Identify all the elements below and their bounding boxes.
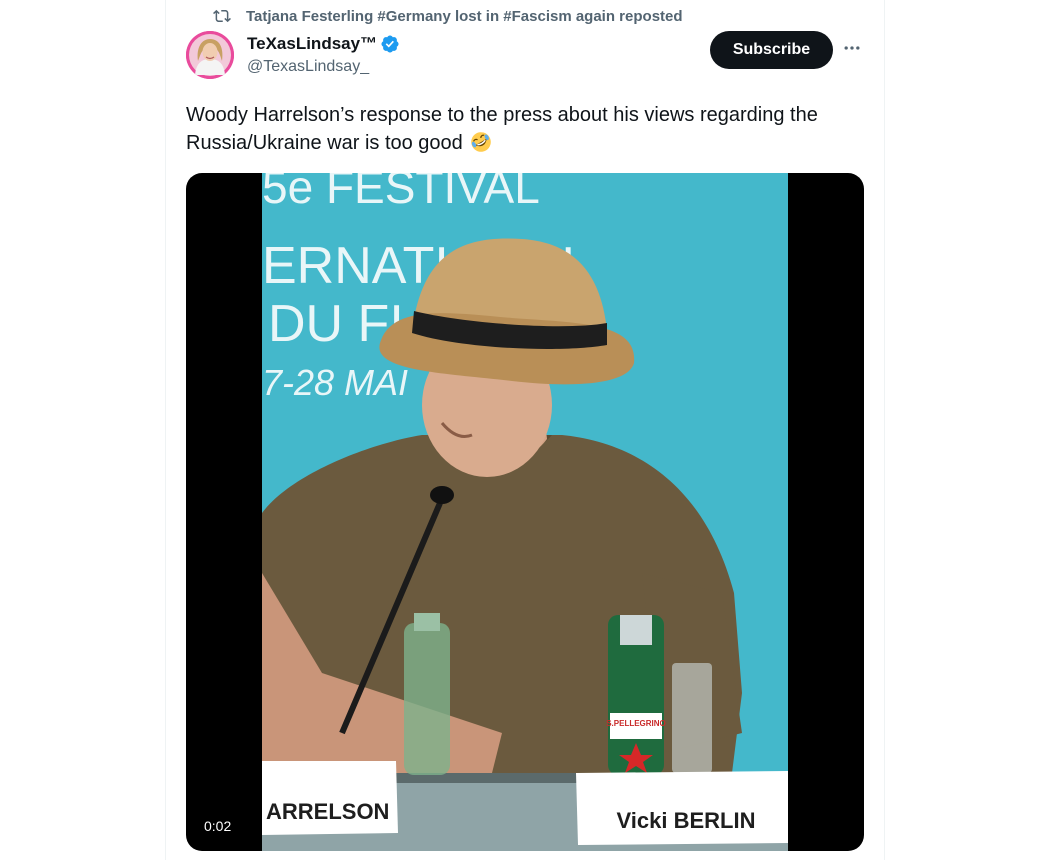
more-icon bbox=[842, 38, 862, 63]
column-border-right bbox=[884, 0, 885, 860]
more-options-button[interactable] bbox=[839, 38, 865, 62]
repost-text[interactable]: Tatjana Festerling #Germany lost in #Fas… bbox=[246, 8, 683, 25]
repost-indicator[interactable]: Tatjana Festerling #Germany lost in #Fas… bbox=[212, 6, 683, 26]
rolling-on-floor-laughing-emoji-icon bbox=[470, 131, 492, 153]
tweet[interactable]: Tatjana Festerling #Germany lost in #Fas… bbox=[166, 0, 884, 860]
name-card-left: ARRELSON bbox=[266, 799, 389, 824]
bottle-label: S.PELLEGRINO bbox=[606, 719, 666, 728]
name-card-right: Vicki BERLIN bbox=[617, 808, 756, 833]
backdrop-line-1: 5e FESTIVAL bbox=[262, 173, 540, 213]
display-name[interactable]: TeXasLindsay™ bbox=[247, 34, 377, 54]
author-handle[interactable]: @TexasLindsay_ bbox=[247, 58, 400, 76]
verified-badge-icon[interactable] bbox=[380, 34, 400, 54]
tweet-body: Woody Harrelson’s response to the press … bbox=[186, 104, 818, 154]
backdrop-line-4: 7-28 MAI bbox=[262, 362, 408, 403]
video-timestamp: 0:02 bbox=[198, 815, 238, 837]
subscribe-button[interactable]: Subscribe bbox=[710, 31, 833, 69]
author-block: TeXasLindsay™ @TexasLindsay_ bbox=[247, 33, 400, 76]
avatar[interactable] bbox=[186, 31, 234, 79]
repost-icon bbox=[212, 6, 232, 26]
video-player[interactable]: 5e FESTIVAL ERNATIONAL DU FI 7-28 MAI S.… bbox=[186, 173, 864, 851]
video-frame: 5e FESTIVAL ERNATIONAL DU FI 7-28 MAI S.… bbox=[262, 173, 788, 851]
tweet-text: Woody Harrelson’s response to the press … bbox=[186, 101, 866, 157]
display-name-row: TeXasLindsay™ bbox=[247, 33, 400, 55]
